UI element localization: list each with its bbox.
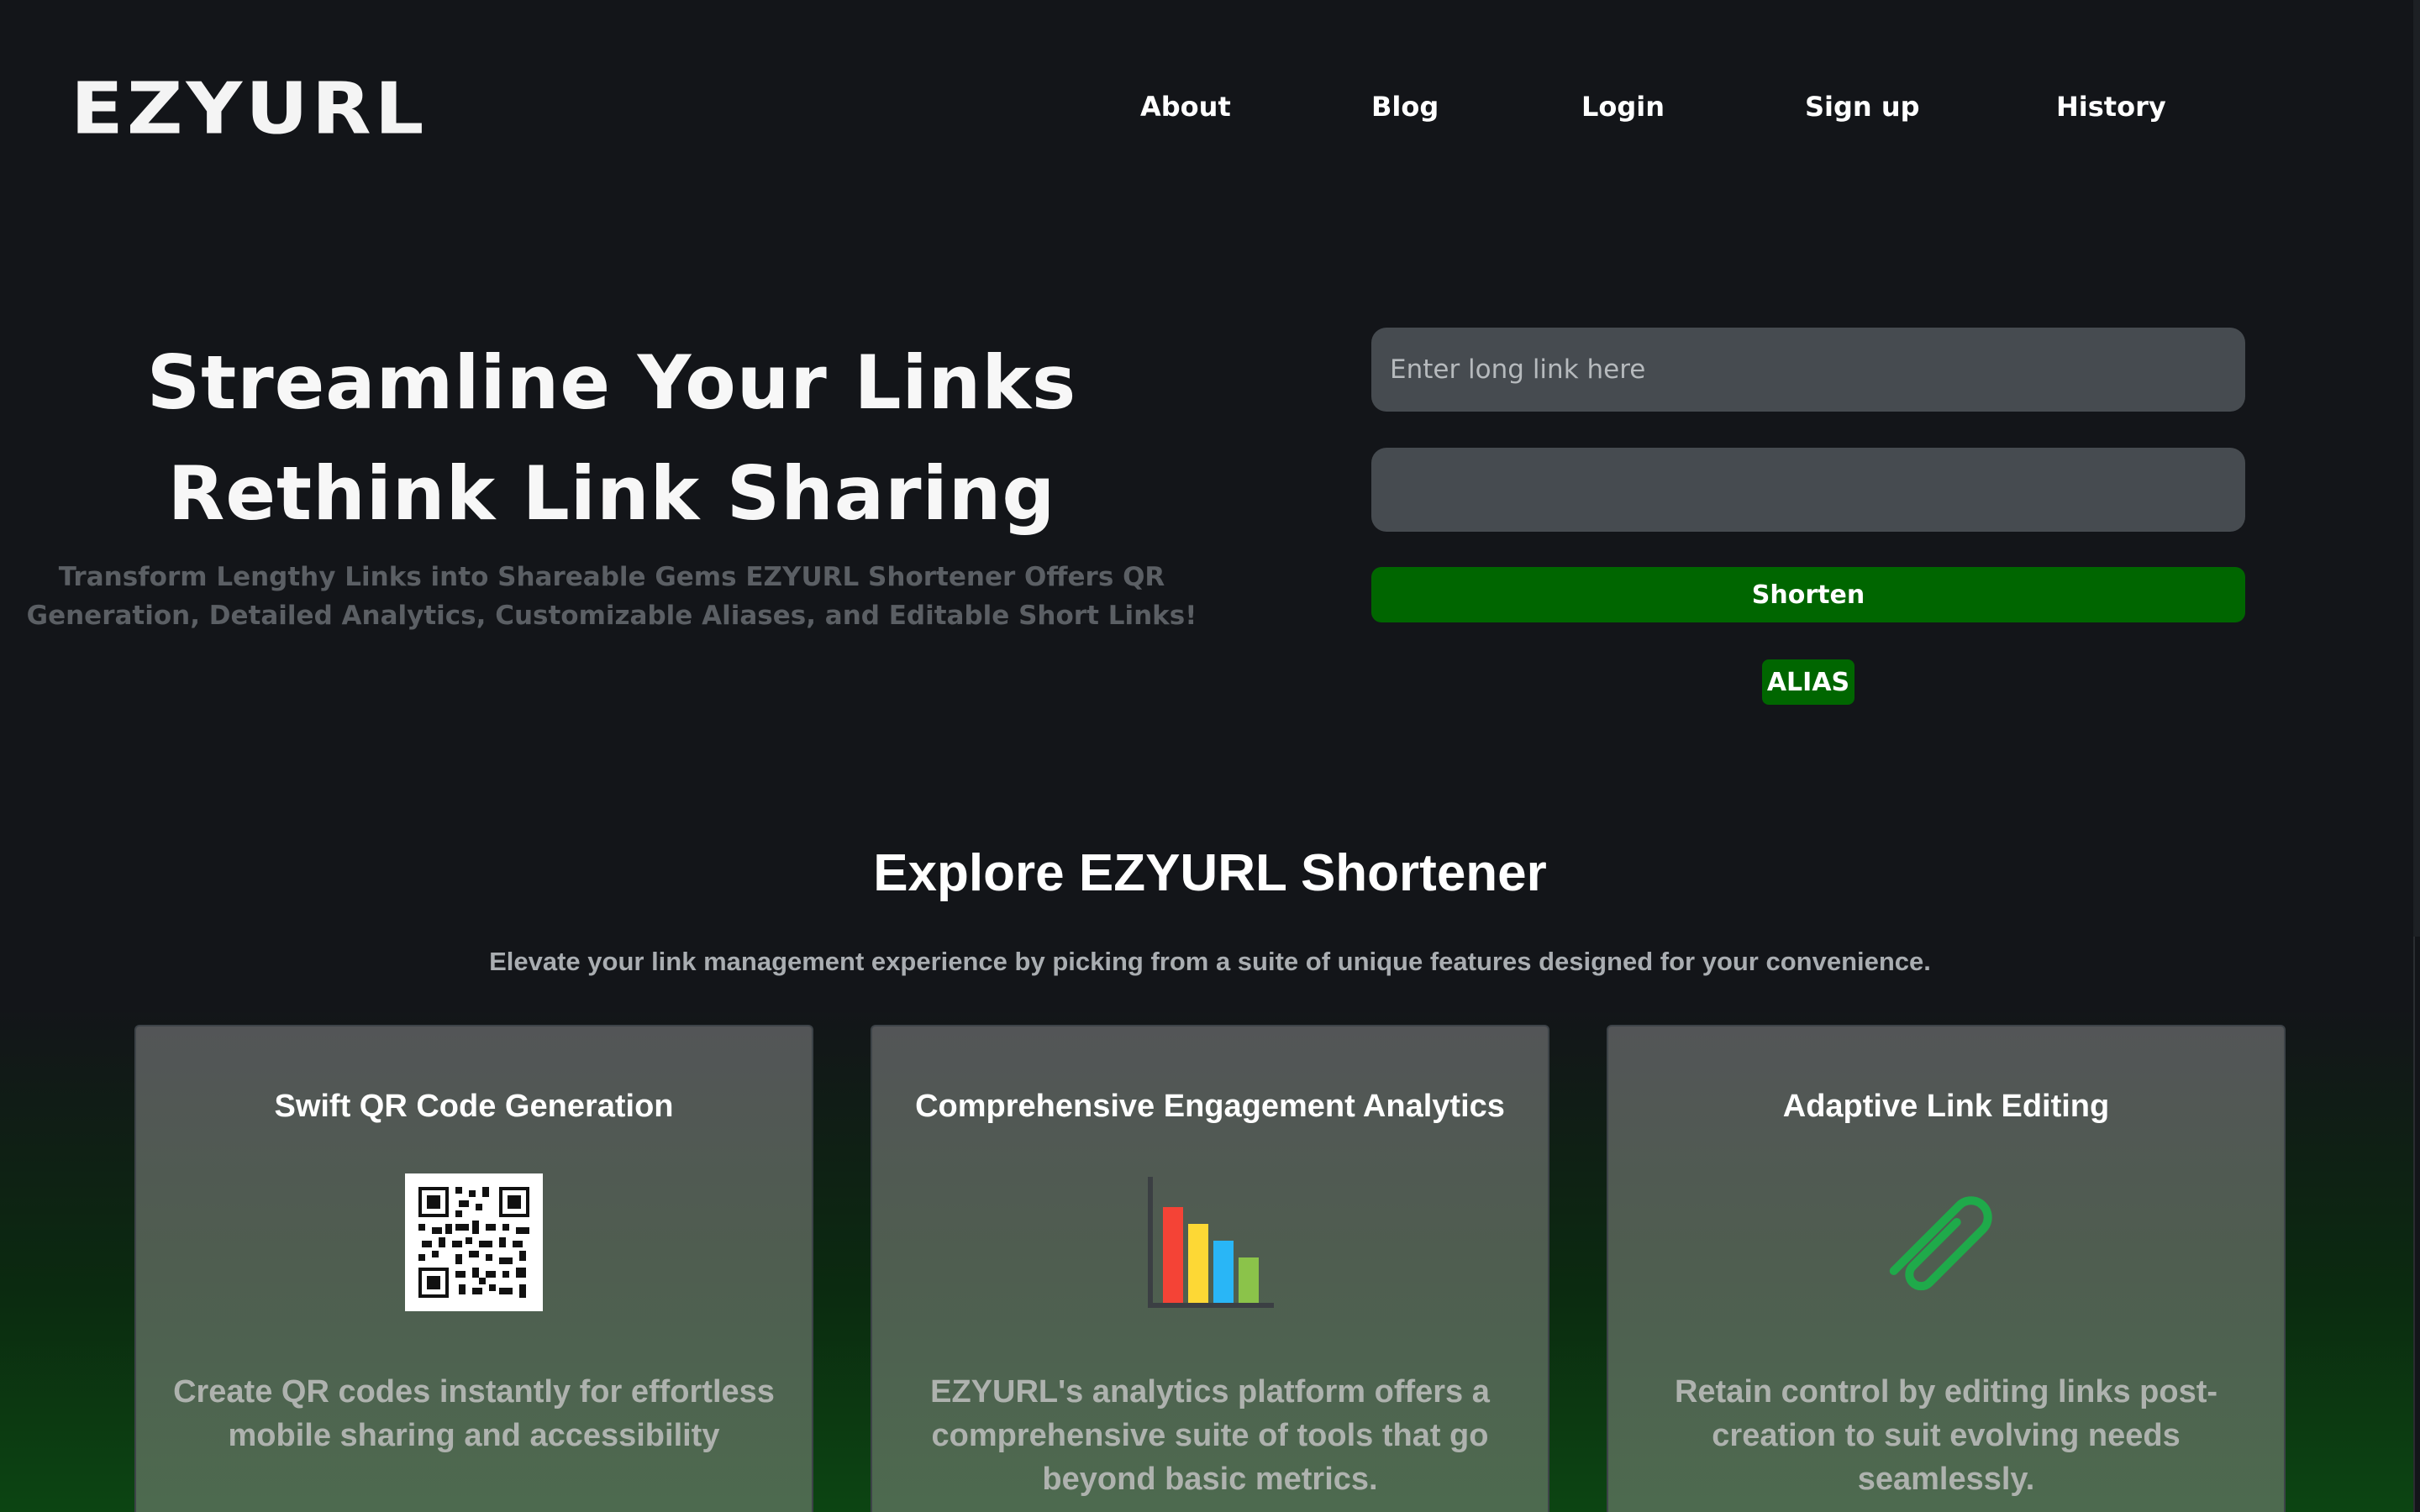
qr-code-icon	[405, 1173, 543, 1311]
feature-card-editing[interactable]: Adaptive Link Editing Retain control by …	[1607, 1025, 2286, 1512]
feature-title: Adaptive Link Editing	[1782, 1089, 2110, 1124]
feature-card-analytics[interactable]: Comprehensive Engagement Analytics EZYUR…	[871, 1025, 1549, 1512]
feature-description: Create QR codes instantly for effortless…	[173, 1374, 775, 1453]
nav-about[interactable]: About	[1140, 91, 1231, 123]
nav-history[interactable]: History	[2056, 91, 2166, 123]
explore-title: Explore EZYURL Shortener	[873, 844, 1547, 902]
feature-description: Retain control by editing links post-cre…	[1674, 1374, 2218, 1497]
hero-subtitle: Transform Lengthy Links into Shareable G…	[26, 562, 1197, 631]
alias-button[interactable]: ALIAS	[1762, 659, 1854, 705]
paperclip-icon	[1877, 1173, 2015, 1311]
scrollbar-thumb[interactable]	[2413, 0, 2420, 937]
feature-title: Swift QR Code Generation	[274, 1089, 674, 1124]
hero-section: Streamline Your Links Rethink Link Shari…	[0, 328, 1223, 635]
hero-title-line2: Rethink Link Sharing	[167, 450, 1056, 537]
site-header: EZYURL About Blog Login Sign up History	[0, 0, 2413, 218]
explore-subtitle: Elevate your link management experience …	[489, 947, 1931, 976]
nav-signup[interactable]: Sign up	[1805, 91, 1920, 123]
alias-input[interactable]	[1371, 448, 2245, 532]
scrollbar[interactable]	[2413, 0, 2420, 1512]
nav-login[interactable]: Login	[1581, 91, 1665, 123]
ezyurl-logo[interactable]: EZYURL	[71, 71, 427, 148]
feature-card-qr[interactable]: Swift QR Code Generation Create QR codes…	[134, 1025, 813, 1512]
shorten-form: Shorten ALIAS	[1371, 328, 2245, 705]
long-link-input[interactable]	[1371, 328, 2245, 412]
nav-blog[interactable]: Blog	[1371, 91, 1439, 123]
hero-title-line1: Streamline Your Links	[146, 339, 1077, 426]
feature-title: Comprehensive Engagement Analytics	[915, 1089, 1505, 1124]
explore-section: Explore EZYURL Shortener Elevate your li…	[0, 836, 2420, 977]
shorten-button[interactable]: Shorten	[1371, 567, 2245, 622]
bar-chart-icon	[1141, 1173, 1279, 1311]
feature-description: EZYURL's analytics platform offers a com…	[930, 1374, 1490, 1497]
